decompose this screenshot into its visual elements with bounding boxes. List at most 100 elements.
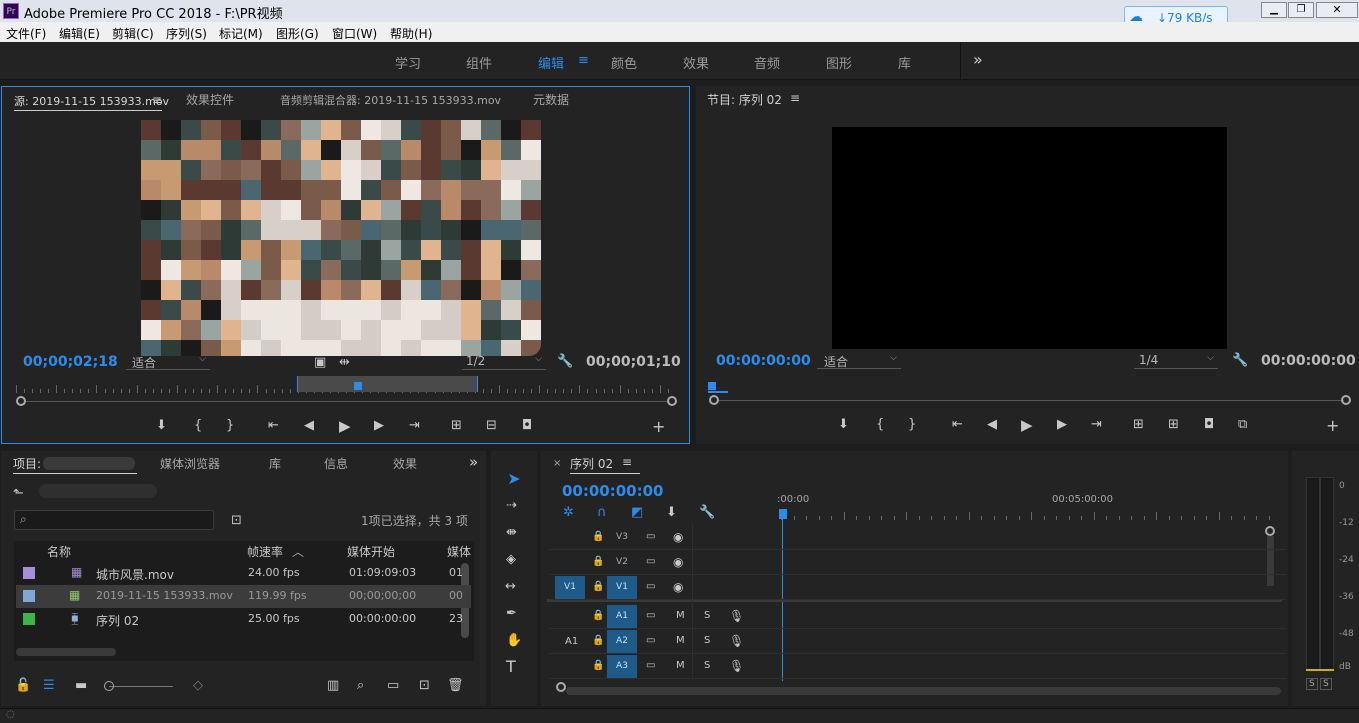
tab-project[interactable]: 项目: [13,455,41,472]
horizontal-scrollbar[interactable] [16,648,116,656]
program-go-to-in-icon[interactable]: ⇤ [952,417,963,433]
label-color-blue[interactable] [23,590,35,602]
trim-icon[interactable]: ⇹ [339,355,350,371]
sync-lock-icon[interactable]: ▭ [646,660,655,671]
source-in-out-range[interactable] [297,376,478,392]
program-play-icon[interactable]: ▶ [1021,417,1033,433]
sort-icons-icon[interactable]: ◇ [193,678,203,694]
bin-up-icon[interactable]: ⬑ [13,486,24,502]
source-patch-v1[interactable]: V1 [555,576,585,599]
wrench-icon[interactable]: 🔧 [557,354,573,370]
mute-button[interactable]: M [676,635,685,646]
eye-icon[interactable]: ◉ [673,530,683,544]
program-step-forward-icon[interactable]: ▶ [1057,417,1067,433]
program-playhead[interactable] [708,382,716,390]
menu-window[interactable]: 窗口(W) [332,25,377,42]
comparison-view-icon[interactable]: ⧉ [1238,417,1247,433]
tab-media-browser[interactable]: 媒体浏览器 [160,455,220,472]
workspace-learn[interactable]: 学习 [395,53,421,72]
track-lock-icon[interactable]: 🔒 [592,660,604,671]
track-lock-icon[interactable]: 🔒 [592,581,604,592]
project-search-input[interactable]: ⌕ [14,510,214,530]
source-patch-a1[interactable]: A1 [565,636,578,647]
track-lock-icon[interactable]: 🔒 [592,610,604,621]
program-step-back-icon[interactable]: ◀ [987,417,997,433]
menu-clip[interactable]: 剪辑(C) [112,25,154,42]
menu-marker[interactable]: 标记(M) [219,25,263,42]
list-view-icon[interactable]: ☰ [43,678,55,694]
workspace-editing[interactable]: 编辑 [538,53,564,72]
program-mark-out-icon[interactable]: } [908,417,916,433]
menu-file[interactable]: 文件(F) [6,25,46,42]
project-more-icon[interactable]: » [469,453,478,471]
source-scrub-bar[interactable] [24,401,670,402]
nest-icon[interactable]: ✲ [563,505,574,521]
overwrite-icon[interactable]: ⊟ [486,418,497,434]
timeline-marker-icon[interactable]: ⬇ [666,505,677,521]
program-fit-dropdown[interactable]: 适合 ⌵ [817,353,901,369]
program-menu-icon[interactable]: ≡ [790,91,800,105]
tab-effect-controls[interactable]: 效果控件 [186,91,234,108]
program-mark-in-icon[interactable]: { [876,417,884,433]
slip-tool-icon[interactable]: ↔ [505,579,516,595]
workspace-libraries[interactable]: 库 [898,53,911,72]
hand-tool-icon[interactable]: ✋ [506,633,522,649]
solo-button[interactable]: S [704,635,710,646]
timeline-close-icon[interactable]: × [553,458,561,469]
lock-icon[interactable]: 🔓 [15,678,31,694]
type-tool-icon[interactable]: T [506,659,516,675]
program-zoom-handle-right[interactable] [1341,395,1351,405]
step-forward-icon[interactable]: ▶ [374,418,384,434]
new-bin-icon[interactable]: ▭ [387,678,399,694]
new-search-bin-icon[interactable]: ⊡ [231,513,242,529]
tab-effects[interactable]: 效果 [393,455,417,472]
film-settings-icon[interactable]: ▣ [314,355,326,371]
add-button-icon[interactable]: + [652,419,665,435]
sort-ascending-icon[interactable]: ︿ [292,543,304,560]
label-color-green[interactable] [23,613,35,625]
solo-button[interactable]: S [704,660,710,671]
timeline-timecode[interactable]: 00:00:00:00 [562,482,664,500]
extract-icon[interactable]: ⊞ [1168,417,1179,433]
column-framerate[interactable]: 帧速率 [247,543,283,560]
panel-menu-icon[interactable]: ≡ [152,93,162,107]
program-wrench-icon[interactable]: 🔧 [1232,353,1248,369]
timeline-scroll-bar[interactable] [566,687,1281,695]
go-to-in-icon[interactable]: ⇤ [268,418,279,434]
new-item-icon[interactable]: ⊡ [419,678,430,694]
program-go-to-out-icon[interactable]: ⇥ [1091,417,1102,433]
menu-sequence[interactable]: 序列(S) [166,25,207,42]
meter-solo-right[interactable]: S [1320,678,1332,690]
tab-sequence[interactable]: 序列 02 [570,455,613,472]
find-icon[interactable]: ⌕ [357,678,364,694]
tab-source[interactable]: 源: 2019-11-15 153933.mov [14,93,169,109]
track-target-v1[interactable]: V1 [607,576,637,599]
mark-in-icon[interactable]: { [194,418,202,434]
add-marker-icon[interactable]: ⬇ [156,418,167,434]
pen-tool-icon[interactable]: ✒ [506,606,517,622]
timeline-menu-icon[interactable]: ≡ [622,455,632,469]
tab-program[interactable]: 节目: 序列 02 [707,91,782,108]
program-resolution-dropdown[interactable]: 1/4 ⌵ [1134,353,1218,369]
automate-to-sequence-icon[interactable]: ▥ [327,678,339,694]
column-name[interactable]: 名称 [47,543,71,560]
list-item-selected[interactable]: ▦ 2019-11-15 153933.mov 119.99 fps 00;00… [16,585,471,608]
ripple-edit-tool-icon[interactable]: ⇼ [506,525,517,541]
meter-solo-left[interactable]: S [1306,678,1318,690]
program-add-marker-icon[interactable]: ⬇ [838,417,849,433]
sync-lock-icon[interactable]: ▭ [646,635,655,646]
microphone-icon[interactable]: 🎙 [729,659,744,673]
workspace-menu-icon[interactable]: ≡ [578,53,589,68]
lift-icon[interactable]: ⊞ [1133,417,1144,433]
track-lock-icon[interactable]: 🔒 [592,531,604,542]
list-item[interactable]: ▦ 城市风景.mov 24.00 fps 01:09:09:03 01 [16,562,471,585]
track-target-a3[interactable]: A3 [607,655,637,678]
list-item[interactable]: ⧯ 序列 02 25.00 fps 00:00:00:00 23 [16,608,471,631]
column-media[interactable]: 媒体 [447,543,471,560]
workspace-color[interactable]: 颜色 [611,53,637,72]
workspace-graphics[interactable]: 图形 [826,53,852,72]
export-frame-icon[interactable]: ◘ [522,418,532,434]
track-select-tool-icon[interactable]: ⇢ [506,498,517,514]
timeline-zoom-handle[interactable] [556,682,566,692]
timeline-playhead[interactable] [779,509,787,519]
